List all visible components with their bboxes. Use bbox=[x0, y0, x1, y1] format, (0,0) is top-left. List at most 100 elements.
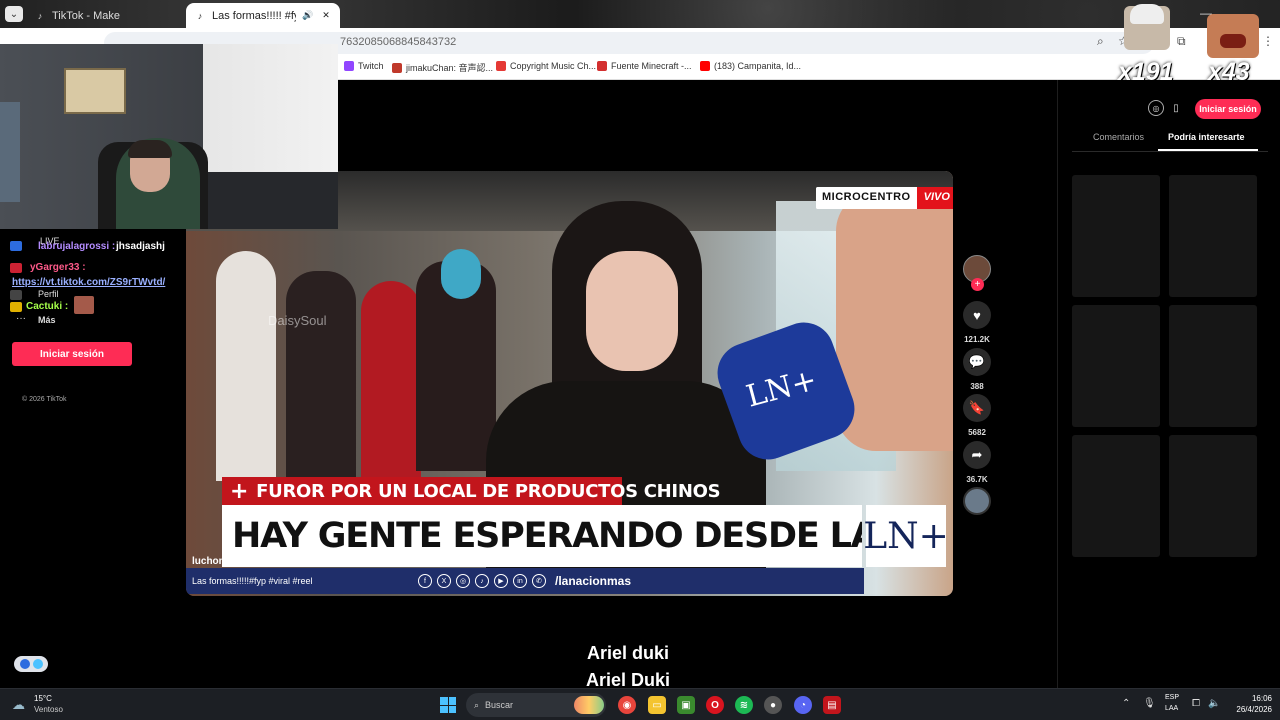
related-video-thumb[interactable] bbox=[1169, 305, 1257, 427]
share-icon[interactable]: ➦ bbox=[963, 441, 991, 469]
weather-temperature[interactable]: 15°C bbox=[34, 694, 52, 703]
clock-date[interactable]: 26/4/2026 bbox=[1220, 705, 1272, 714]
tab-label: TikTok - Make bbox=[52, 9, 121, 22]
zoom-icon[interactable]: ⌕ bbox=[1097, 34, 1104, 49]
heart-icon[interactable]: ♥ bbox=[963, 301, 991, 329]
language-secondary[interactable]: LAA bbox=[1165, 705, 1178, 712]
discord-icon[interactable]: ◔ bbox=[794, 696, 812, 714]
menu-icon[interactable]: ⋮ bbox=[1262, 34, 1274, 48]
follow-plus-icon[interactable]: + bbox=[971, 278, 984, 291]
face-emote-mouth bbox=[1220, 34, 1246, 48]
news-headline: HAY GENTE ESPERANDO DESDE LAS 10AM bbox=[222, 505, 862, 567]
related-video-thumb[interactable] bbox=[1072, 175, 1160, 297]
video-bystander bbox=[286, 271, 356, 481]
related-video-thumb[interactable] bbox=[1072, 435, 1160, 557]
bookmark-label: Fuente Minecraft -... bbox=[611, 61, 692, 71]
start-button[interactable] bbox=[440, 697, 456, 713]
instagram-icon: ◎ bbox=[456, 574, 470, 588]
webcam-board bbox=[64, 68, 126, 114]
weather-icon[interactable]: ☁ bbox=[12, 697, 25, 713]
app-icon[interactable]: ▤ bbox=[823, 696, 841, 714]
bookmark-jimakuchan[interactable]: jimakuChan: 音声認... bbox=[392, 61, 493, 74]
tab-comments[interactable]: Comentarios bbox=[1093, 132, 1144, 142]
crown-icon bbox=[10, 302, 22, 312]
bookmark-icon[interactable]: 🔖 bbox=[963, 394, 991, 422]
video-player[interactable]: DaisySoul LN+ MICROCENTRO VIVO + FUROR P… bbox=[186, 171, 953, 596]
tab-tiktok[interactable]: ♪ TikTok - Make bbox=[26, 3, 184, 28]
bookmark-action[interactable]: 🔖 5682 bbox=[963, 394, 991, 437]
video-author[interactable]: luchomma · Hace 2 día(s) bbox=[192, 556, 311, 567]
chat-link[interactable]: https://vt.tiktok.com/ZS9rTWvtd/ bbox=[12, 277, 165, 288]
emote-counter: x191 bbox=[1118, 58, 1174, 86]
search-icon: ⌕ bbox=[474, 699, 480, 710]
tab-related[interactable]: Podría interesarte bbox=[1168, 132, 1245, 142]
speaker-icon[interactable]: 🔊 bbox=[302, 10, 314, 22]
phone-icon[interactable]: ▯ bbox=[1168, 100, 1184, 116]
music-disc-icon[interactable] bbox=[963, 487, 991, 515]
compass-icon[interactable]: ◎ bbox=[1148, 100, 1164, 116]
related-video-thumb[interactable] bbox=[1169, 435, 1257, 557]
video-description: Las formas!!!!!#fyp #viral #reel bbox=[192, 576, 313, 586]
translate-toggle[interactable] bbox=[14, 656, 48, 672]
sidebar-perfil[interactable]: Perfil bbox=[38, 289, 59, 299]
whatsapp-icon: ✆ bbox=[532, 574, 546, 588]
tiktok-icon: ♪ bbox=[475, 574, 489, 588]
subtitle-line: Ariel duki bbox=[586, 643, 670, 663]
microphone-icon[interactable]: 🎙 bbox=[1143, 698, 1156, 709]
file-explorer-icon[interactable]: ▭ bbox=[648, 696, 666, 714]
author-name[interactable]: luchomma bbox=[192, 556, 242, 567]
tab-active-video[interactable]: ♪ Las formas!!!!! #fyp #viral # 🔊 ✕ bbox=[186, 3, 340, 28]
url-text: 7632085068845843732 bbox=[340, 36, 457, 48]
bookmark-fuente-minecraft[interactable]: Fuente Minecraft -... bbox=[597, 61, 692, 71]
comment-action[interactable]: 💬 388 bbox=[963, 348, 991, 391]
chat-username: labrujalagrossi : bbox=[38, 241, 116, 252]
bookmark-campanita[interactable]: (183) Campanita, Id... bbox=[700, 61, 801, 71]
live-icon bbox=[10, 241, 22, 251]
volume-icon[interactable]: 🔈 bbox=[1208, 698, 1220, 709]
share-count: 36.7K bbox=[966, 475, 988, 484]
jimakuchan-icon bbox=[392, 62, 402, 73]
comment-icon[interactable]: 💬 bbox=[963, 348, 991, 376]
left-login-button[interactable]: Iniciar sesión bbox=[12, 342, 132, 366]
obs-icon[interactable]: ● bbox=[764, 696, 782, 714]
channel-logo: LN+ bbox=[863, 505, 949, 567]
taskbar-search[interactable]: ⌕ Buscar bbox=[466, 693, 606, 717]
right-login-button[interactable]: Iniciar sesión bbox=[1195, 99, 1261, 119]
related-video-thumb[interactable] bbox=[1169, 175, 1257, 297]
profile-icon bbox=[10, 290, 22, 300]
related-video-thumb[interactable] bbox=[1072, 305, 1160, 427]
tray-arrow-icon[interactable]: ⌃ bbox=[1122, 698, 1130, 709]
more-icon[interactable]: ··· bbox=[16, 313, 26, 324]
opera-icon[interactable]: O bbox=[706, 696, 724, 714]
minecraft-icon[interactable]: ▣ bbox=[677, 696, 695, 714]
network-icon[interactable]: ⧠ bbox=[1192, 698, 1200, 709]
clock-time[interactable]: 16:06 bbox=[1220, 694, 1272, 703]
spotify-icon[interactable]: ≋ bbox=[735, 696, 753, 714]
share-action[interactable]: ➦ 36.7K bbox=[963, 441, 991, 484]
windows-taskbar: ☁ 15°C Ventoso ⌕ Buscar ◉ ▭ ▣ O ≋ ● ◔ ▤ … bbox=[0, 688, 1280, 720]
bookmark-copyright-music[interactable]: Copyright Music Ch... bbox=[496, 61, 596, 71]
tab-search-button[interactable]: ⌄ bbox=[5, 6, 23, 22]
sidebar-mas[interactable]: Más bbox=[38, 315, 56, 325]
browser-tab-bar: ⌄ ♪ TikTok - Make ♪ Las formas!!!!! #fyp… bbox=[0, 0, 1280, 28]
language-primary[interactable]: ESP bbox=[1165, 694, 1179, 701]
weather-condition[interactable]: Ventoso bbox=[34, 705, 63, 714]
bookmark-twitch[interactable]: Twitch bbox=[344, 61, 384, 71]
webcam-shelf bbox=[0, 102, 20, 202]
tab-active-indicator bbox=[1158, 149, 1258, 151]
like-action[interactable]: ♥ 121.2K bbox=[963, 301, 991, 344]
youtube-icon: ▶ bbox=[494, 574, 508, 588]
live-tag: VIVO bbox=[916, 187, 953, 209]
x-icon: X bbox=[437, 574, 451, 588]
live-location: MICROCENTRO bbox=[816, 187, 917, 209]
live-badge: MICROCENTRO VIVO bbox=[816, 187, 953, 209]
search-placeholder: Buscar bbox=[485, 700, 514, 710]
chat-emote-image bbox=[74, 296, 94, 314]
emote-counter: x43 bbox=[1208, 58, 1250, 86]
tab-divider bbox=[1072, 151, 1268, 152]
like-count: 121.2K bbox=[964, 335, 990, 344]
chrome-icon[interactable]: ◉ bbox=[618, 696, 636, 714]
close-tab-icon[interactable]: ✕ bbox=[320, 10, 332, 22]
status-dot-icon bbox=[32, 659, 43, 669]
extensions-icon[interactable]: ⧉ bbox=[1177, 34, 1186, 49]
